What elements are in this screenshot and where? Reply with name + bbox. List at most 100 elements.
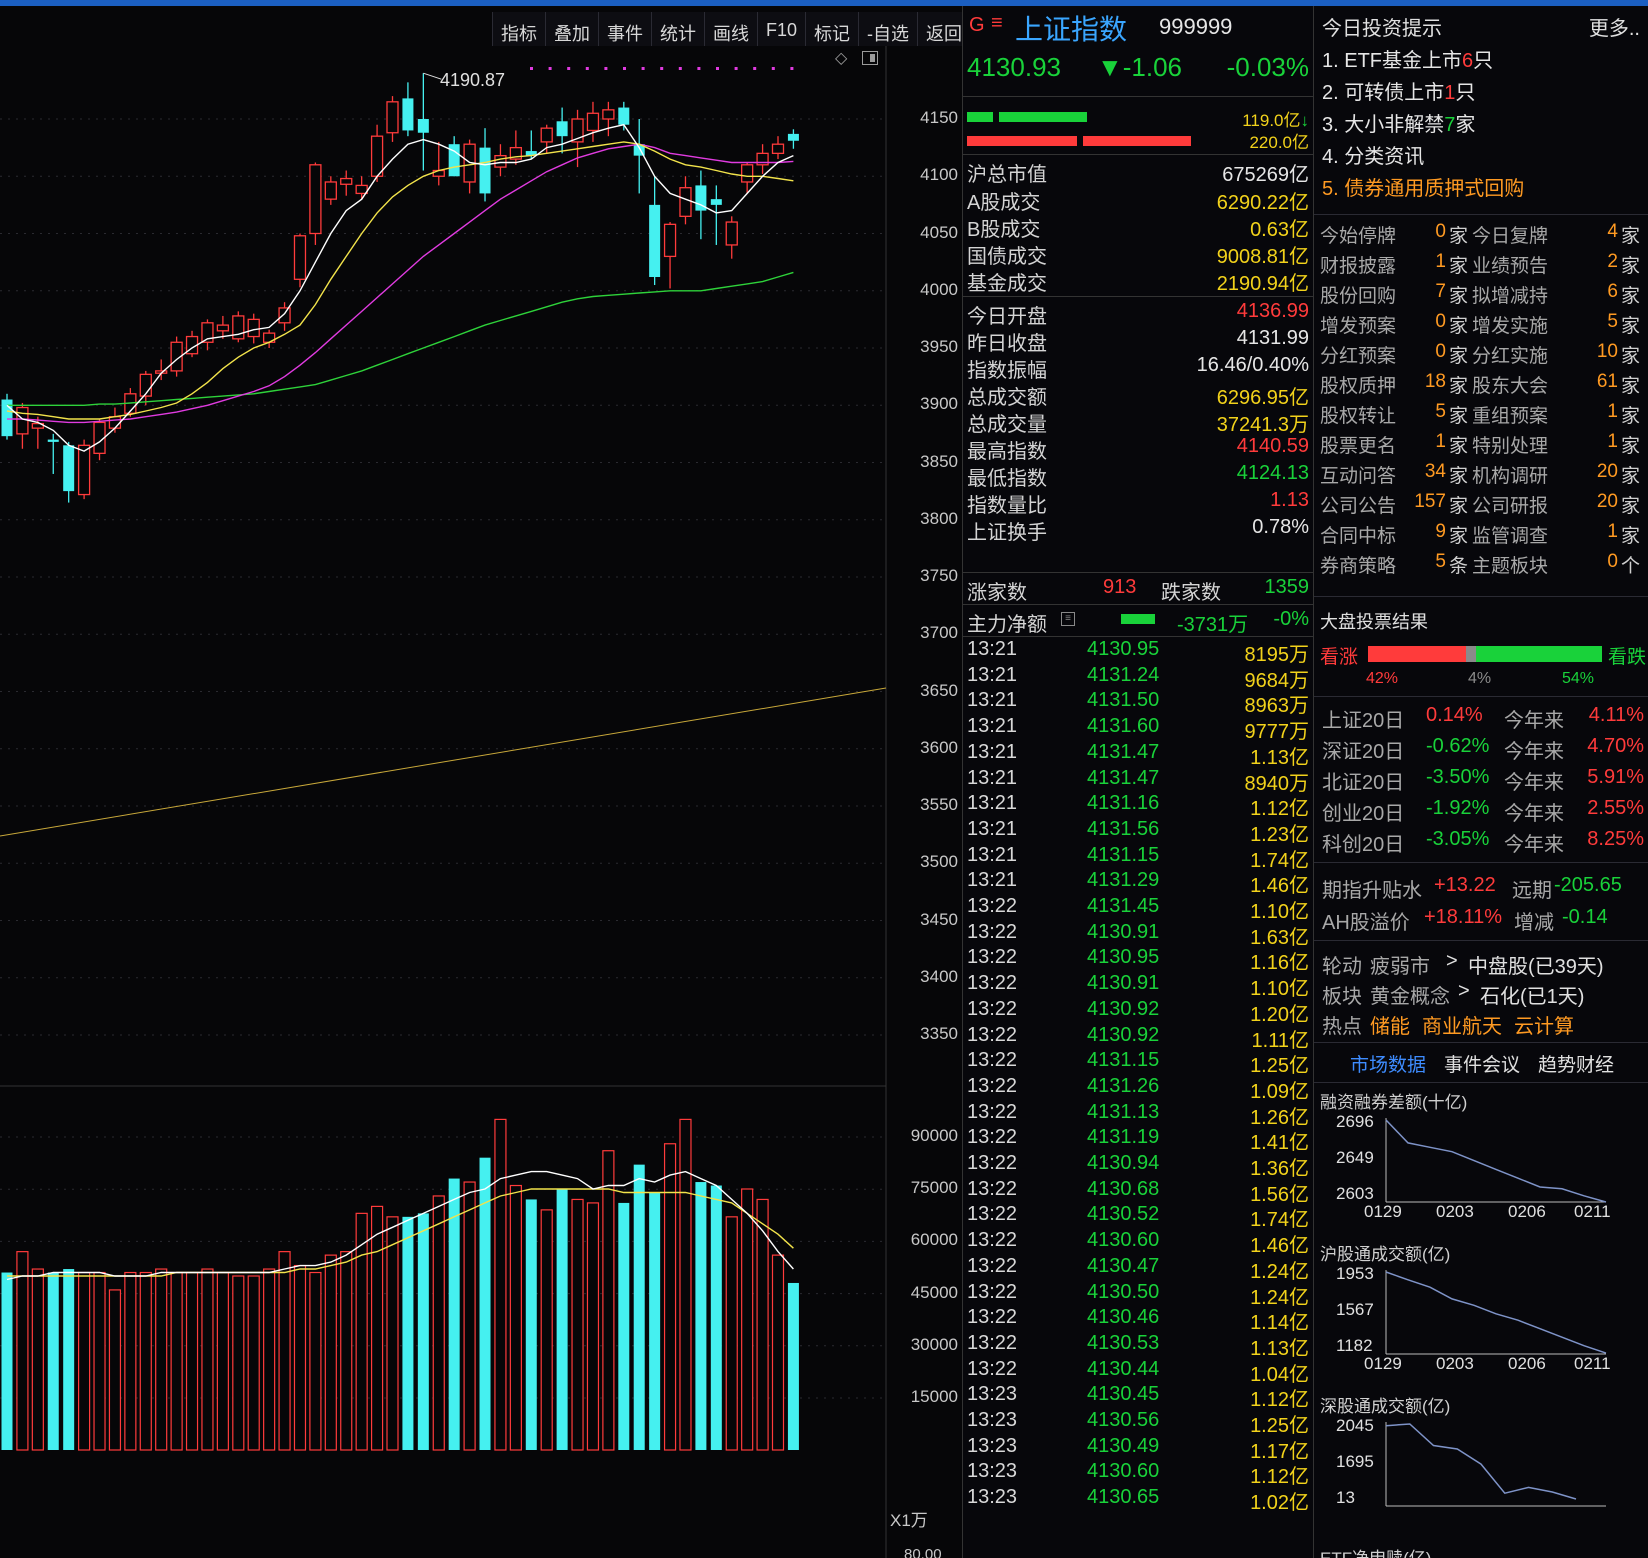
tick-row[interactable]: 13:22 4130.92 1.11亿 (967, 1024, 1309, 1052)
tick-row[interactable]: 13:23 4130.60 1.12亿 (967, 1460, 1309, 1488)
volume-bar[interactable] (155, 1268, 168, 1451)
index-perf-row[interactable]: 深证20日 -0.62% 今年来 4.70% (1322, 733, 1644, 763)
candle[interactable] (108, 416, 122, 429)
volume-bar[interactable] (695, 1182, 707, 1450)
tip-item[interactable]: 3. 大小非解禁7家 (1322, 108, 1475, 137)
candle[interactable] (679, 187, 692, 217)
diamond-icon[interactable]: ◇ (835, 48, 853, 67)
volume-bar[interactable] (16, 1251, 29, 1451)
candle[interactable] (787, 133, 799, 141)
tick-row[interactable]: 13:22 4130.52 1.74亿 (967, 1203, 1309, 1231)
vote-down-label[interactable]: 看跌 (1608, 642, 1646, 669)
tick-row[interactable]: 13:21 4131.29 1.46亿 (967, 869, 1309, 897)
tick-row[interactable]: 13:21 4131.56 1.23亿 (967, 818, 1309, 846)
hot-topic-2[interactable]: 商业航天 (1422, 1010, 1502, 1039)
volume-bar[interactable] (124, 1271, 137, 1451)
event-item[interactable]: 分红实施 10 家 (1472, 338, 1642, 368)
event-item[interactable]: 机构调研 20 家 (1472, 458, 1642, 488)
event-item[interactable]: 增发预案 0 家 (1320, 308, 1470, 338)
volume-bar[interactable] (1, 1272, 13, 1450)
tick-row[interactable]: 13:22 4130.44 1.04亿 (967, 1358, 1309, 1386)
event-item[interactable]: 业绩预告 2 家 (1472, 248, 1642, 278)
volume-bar[interactable] (525, 1199, 537, 1450)
tick-row[interactable]: 13:23 4130.65 1.02亿 (967, 1486, 1309, 1514)
event-item[interactable]: 重组预案 1 家 (1472, 398, 1642, 428)
index-perf-row[interactable]: 北证20日 -3.50% 今年来 5.91% (1322, 764, 1644, 794)
index-perf-row[interactable]: 创业20日 -1.92% 今年来 2.55% (1322, 795, 1644, 825)
volume-bar[interactable] (710, 1185, 722, 1450)
volume-bar[interactable] (402, 1216, 414, 1450)
volume-bar[interactable] (355, 1212, 368, 1451)
candle[interactable] (710, 199, 722, 205)
volume-bar[interactable] (494, 1118, 507, 1451)
volume-bar[interactable] (679, 1118, 692, 1451)
candle[interactable] (602, 109, 615, 120)
event-item[interactable]: 股份回购 7 家 (1320, 278, 1470, 308)
index-name[interactable]: 上证指数 (1015, 8, 1127, 48)
mini-chart[interactable]: 沪股通成交额(亿) 1953 1567 1182 0129 0203 0206 0211 (1318, 1240, 1644, 1390)
candle[interactable] (293, 235, 307, 280)
tick-row[interactable]: 13:22 4131.26 1.09亿 (967, 1075, 1309, 1103)
candle[interactable] (479, 147, 491, 194)
tick-row[interactable]: 13:21 4131.15 1.74亿 (967, 844, 1309, 872)
event-item[interactable]: 财报披露 1 家 (1320, 248, 1470, 278)
tick-row[interactable]: 13:21 4131.60 9777万 (967, 715, 1309, 743)
rotation-row[interactable]: 轮动 疲弱市 > 中盘股(已39天) (1322, 948, 1644, 978)
index-perf-row[interactable]: 科创20日 -3.05% 今年来 8.25% (1322, 826, 1644, 856)
volume-bar[interactable] (571, 1198, 584, 1451)
tick-row[interactable]: 13:22 4131.45 1.10亿 (967, 895, 1309, 923)
candle[interactable] (741, 164, 754, 183)
index-perf-row[interactable]: 上证20日 0.14% 今年来 4.11% (1322, 702, 1644, 732)
volume-bar[interactable] (77, 1271, 91, 1451)
sector-row[interactable]: 板块 黄金概念 > 石化(已1天) (1322, 978, 1644, 1008)
tick-row[interactable]: 13:21 4131.16 1.12亿 (967, 792, 1309, 820)
tick-row[interactable]: 13:22 4131.13 1.26亿 (967, 1101, 1309, 1129)
tick-row[interactable]: 13:21 4130.95 8195万 (967, 638, 1309, 666)
volume-bar[interactable] (370, 1205, 384, 1451)
volume-bar[interactable] (278, 1251, 291, 1451)
mini-chart[interactable]: 深股通成交额(亿) 2045 1695 13 (1318, 1392, 1644, 1532)
toolbar-indicator-button[interactable]: 指标 (493, 12, 546, 46)
toolbar-f10-button[interactable]: F10 (758, 12, 807, 46)
event-item[interactable]: 股权质押 18 家 (1320, 368, 1470, 398)
volume-bar[interactable] (309, 1271, 322, 1451)
tab-trend-finance[interactable]: 趋势财经 (1538, 1050, 1614, 1077)
volume-bar[interactable] (463, 1181, 476, 1451)
tip-item[interactable]: 5. 债券通用质押式回购 (1322, 172, 1524, 201)
candle[interactable] (540, 127, 553, 143)
volume-bar[interactable] (725, 1216, 738, 1451)
tip-item[interactable]: 1. ETF基金上市6只 (1322, 44, 1493, 73)
volume-bar[interactable] (108, 1289, 122, 1451)
event-item[interactable]: 主题板块 0 个 (1472, 548, 1642, 578)
volume-bar[interactable] (509, 1184, 522, 1451)
tab-events-meetings[interactable]: 事件会议 (1444, 1050, 1520, 1077)
event-item[interactable]: 今日复牌 4 家 (1472, 218, 1642, 248)
volume-bar[interactable] (232, 1275, 245, 1451)
candle[interactable] (494, 154, 507, 168)
tick-row[interactable]: 13:21 4131.50 8963万 (967, 689, 1309, 717)
tick-row[interactable]: 13:21 4131.47 8940万 (967, 767, 1309, 795)
panel-toggle-icon[interactable] (862, 51, 878, 65)
volume-bar[interactable] (93, 1271, 106, 1451)
volume-bar[interactable] (386, 1216, 399, 1451)
candle[interactable] (556, 121, 568, 137)
candle[interactable] (16, 406, 29, 435)
volume-bar[interactable] (340, 1251, 353, 1451)
volume-bar[interactable] (47, 1272, 59, 1450)
volume-bar[interactable] (417, 1213, 429, 1450)
volume-bar[interactable] (185, 1271, 199, 1451)
hot-topic-3[interactable]: 云计算 (1514, 1010, 1574, 1039)
volume-bar[interactable] (649, 1192, 661, 1450)
volume-bar[interactable] (324, 1254, 337, 1451)
tick-row[interactable]: 13:22 4130.53 1.13亿 (967, 1332, 1309, 1360)
tick-row[interactable]: 13:23 4130.56 1.25亿 (967, 1409, 1309, 1437)
more-link[interactable]: 更多.. (1589, 12, 1640, 41)
event-item[interactable]: 增发实施 5 家 (1472, 308, 1642, 338)
volume-bar[interactable] (31, 1268, 44, 1451)
candle[interactable] (402, 98, 414, 131)
event-item[interactable]: 分红预案 0 家 (1320, 338, 1470, 368)
event-item[interactable]: 互动问答 34 家 (1320, 458, 1470, 488)
candle[interactable] (216, 324, 230, 332)
tick-row[interactable]: 13:22 4130.94 1.36亿 (967, 1152, 1309, 1180)
volume-bar[interactable] (771, 1254, 785, 1451)
